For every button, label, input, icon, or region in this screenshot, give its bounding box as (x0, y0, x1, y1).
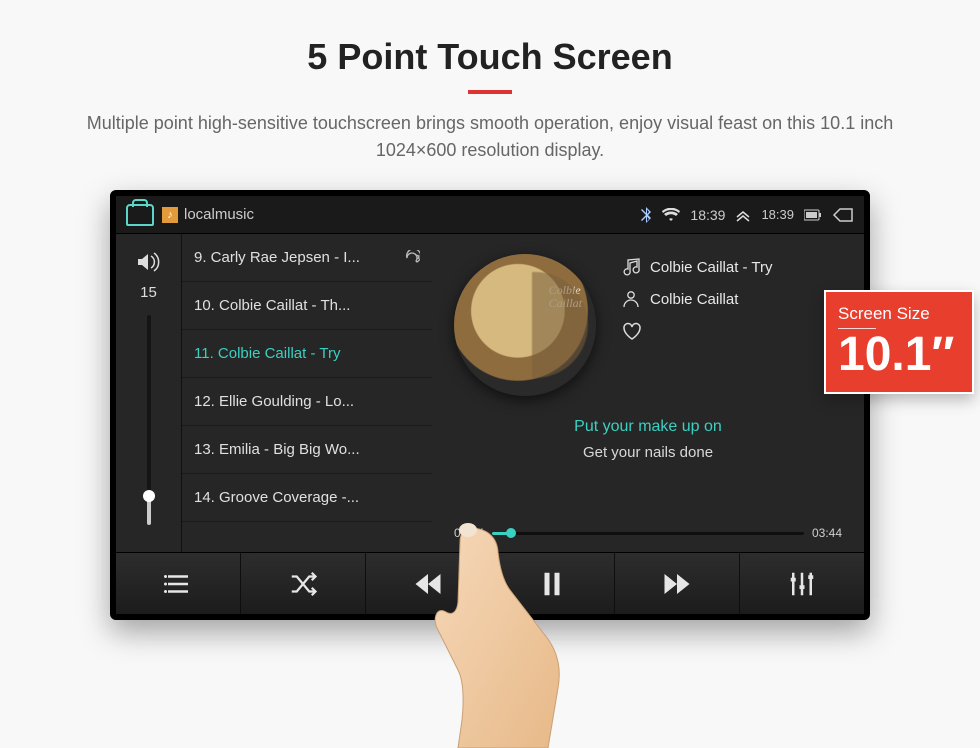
volume-value: 15 (140, 284, 157, 301)
volume-icon[interactable] (137, 252, 161, 278)
favorite-button[interactable] (622, 322, 773, 340)
playlist: 9. Carly Rae Jepsen - I... 10. Colbie Ca… (182, 234, 432, 552)
screen-size-badge: Screen Size 10.1″ (824, 290, 974, 394)
player-controls (116, 552, 864, 614)
artist-row: Colbie Caillat (622, 290, 773, 308)
equalizer-button[interactable] (740, 553, 864, 614)
back-icon[interactable] (832, 208, 854, 222)
track-row: Colbie Caillat - Try (622, 258, 773, 276)
playlist-item-label: 9. Carly Rae Jepsen - I... (194, 249, 360, 266)
person-icon (622, 290, 640, 308)
next-button[interactable] (615, 553, 740, 614)
artist-name: Colbie Caillat (650, 291, 738, 308)
playlist-item[interactable]: 12. Ellie Goulding - Lo... (182, 378, 432, 426)
volume-panel: 15 (116, 234, 182, 552)
hero-divider (468, 90, 512, 94)
bluetooth-icon (640, 207, 652, 223)
hero-title: 5 Point Touch Screen (0, 36, 980, 78)
home-icon[interactable] (126, 204, 154, 226)
album-art: Colbie Caillat (454, 254, 596, 396)
wifi-icon (662, 208, 680, 222)
album-artist-line2: Caillat (549, 297, 582, 310)
status-time-2: 18:39 (761, 207, 794, 222)
track-title: Colbie Caillat - Try (650, 259, 773, 276)
playlist-item[interactable]: 11. Colbie Caillat - Try (182, 330, 432, 378)
device-frame: localmusic 18:39 18:39 15 (110, 190, 870, 620)
playlist-item[interactable]: 13. Emilia - Big Big Wo... (182, 426, 432, 474)
progress-bar[interactable]: 00:14 03:44 (454, 526, 842, 540)
status-time-1: 18:39 (690, 207, 725, 223)
lyric-next: Get your nails done (454, 444, 842, 461)
heart-icon (622, 322, 642, 340)
now-playing: Colbie Caillat Colbie Caillat - Try Colb… (432, 234, 864, 552)
album-artist-line1: Colbie (549, 284, 582, 297)
shuffle-button[interactable] (241, 553, 366, 614)
music-app-icon (162, 207, 178, 223)
prev-button[interactable] (366, 553, 491, 614)
playlist-item[interactable]: 9. Carly Rae Jepsen - I... (182, 234, 432, 282)
battery-icon (804, 209, 822, 221)
badge-label: Screen Size (838, 304, 960, 324)
volume-slider[interactable] (147, 315, 151, 525)
app-title: localmusic (184, 206, 254, 223)
lyric-current: Put your make up on (454, 418, 842, 436)
playlist-item-label: 12. Ellie Goulding - Lo... (194, 393, 354, 410)
lyrics: Put your make up on Get your nails done (454, 418, 842, 461)
status-bar: localmusic 18:39 18:39 (116, 196, 864, 234)
list-button[interactable] (116, 553, 241, 614)
main-area: 15 9. Carly Rae Jepsen - I... 10. Colbie… (116, 234, 864, 552)
time-elapsed: 00:14 (454, 526, 484, 540)
time-total: 03:44 (812, 526, 842, 540)
badge-value: 10.1″ (838, 329, 960, 382)
playlist-item-label: 11. Colbie Caillat - Try (194, 345, 340, 362)
playlist-item[interactable]: 14. Groove Coverage -... (182, 474, 432, 522)
playlist-item-label: 10. Colbie Caillat - Th... (194, 297, 350, 314)
playlist-item-label: 13. Emilia - Big Big Wo... (194, 441, 360, 458)
playlist-item-label: 14. Groove Coverage -... (194, 489, 359, 506)
collapse-icon[interactable] (735, 208, 751, 222)
hero-subtitle: Multiple point high-sensitive touchscree… (50, 110, 930, 164)
playlist-item[interactable]: 10. Colbie Caillat - Th... (182, 282, 432, 330)
note-icon (622, 258, 640, 276)
repeat-icon (404, 250, 420, 266)
pause-button[interactable] (490, 553, 615, 614)
